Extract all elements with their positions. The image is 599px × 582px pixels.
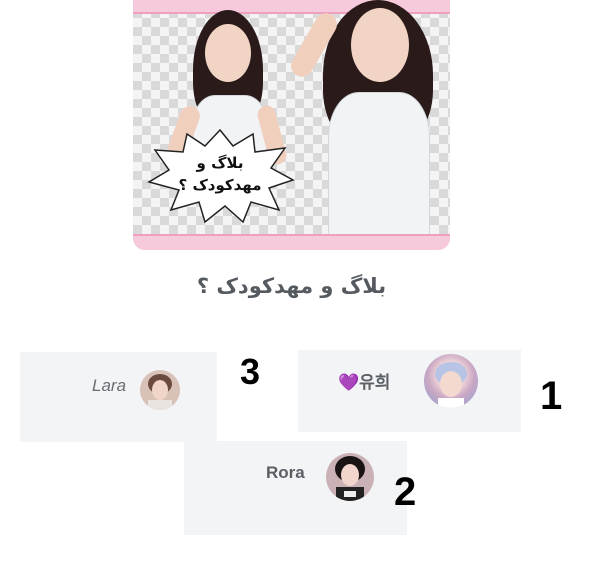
leaderboard-card-3[interactable]: Lara [20,352,217,442]
leaderboard-card-1[interactable]: 💜유희 [298,350,521,432]
avatar[interactable] [140,370,180,410]
user-name: 💜유희 [338,373,391,392]
post-title: بلاگ و مهدکودک ؟ [196,274,387,298]
speech-bubble-text: بلاگ و مهدکودک ؟ [178,154,262,194]
leaderboard-card-2[interactable]: Rora [184,441,407,535]
rank-number: 2 [394,470,417,514]
avatar[interactable] [424,354,478,408]
user-name: Rora [266,463,305,482]
image-bottom-bar [133,234,450,250]
right-figure [286,0,450,250]
avatar[interactable] [326,453,374,501]
speech-bubble: بلاگ و مهدکودک ؟ [145,128,295,224]
rank-number: 1 [540,374,563,418]
rank-number: 3 [240,351,261,392]
user-name: Lara [92,376,127,395]
post-image[interactable]: بلاگ و مهدکودک ؟ [133,0,450,250]
